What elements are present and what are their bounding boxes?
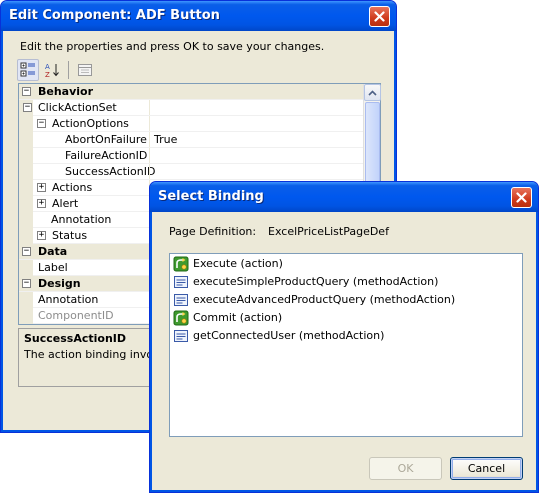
categorized-button[interactable] [17,59,39,81]
row-margin [19,164,33,180]
column-separator [149,132,150,147]
property-name: Actions [52,181,93,194]
property-name: Status [52,229,88,242]
property-row[interactable]: SuccessActionID [19,164,363,180]
row-margin [19,292,33,308]
instructions-text: Edit the properties and press OK to save… [20,40,325,53]
binding-list[interactable]: Execute (action) executeSimpleProductQue… [169,253,523,437]
row-margin [19,116,33,132]
category-name: Behavior [38,85,94,98]
property-name: AbortOnFailure [65,133,147,146]
column-separator [149,164,150,179]
close-icon [516,192,527,203]
row-margin [19,260,33,276]
action-icon [173,310,189,325]
category-name: Data [38,245,68,258]
property-name: ActionOptions [52,117,129,130]
property-pages-icon [78,64,92,76]
close-icon [374,11,385,22]
row-margin [19,308,33,324]
property-value[interactable]: True [154,133,177,146]
alphabetical-button[interactable]: A Z [41,59,63,81]
row-margin [19,132,33,148]
edit-component-close-button[interactable] [369,6,390,27]
select-binding-close-button[interactable] [511,187,532,208]
description-text: The action binding invoked [24,348,152,361]
property-category-row[interactable]: − Behavior [19,84,363,100]
chevron-up-icon [368,89,377,96]
property-name: ComponentID [38,309,114,322]
method-action-icon [174,293,188,306]
select-binding-window: Select Binding Page Definition: ExcelPri… [149,181,539,493]
ok-button[interactable]: OK [369,457,442,480]
categorized-icon [20,62,35,77]
row-margin [19,196,33,212]
edit-component-title: Edit Component: ADF Button [9,8,220,23]
svg-text:A: A [45,63,50,71]
edit-component-titlebar[interactable]: Edit Component: ADF Button [1,1,396,31]
property-row[interactable]: FailureActionID [19,148,363,164]
property-name: ClickActionSet [38,101,117,114]
expand-icon[interactable]: + [37,231,46,240]
binding-item-execute[interactable]: Execute (action) [173,255,283,272]
page-definition-value: ExcelPriceListPageDef [268,225,389,238]
method-action-icon [174,329,188,342]
property-name: FailureActionID [65,149,148,162]
binding-item-execute-simple-product-query[interactable]: executeSimpleProductQuery (methodAction) [173,273,438,290]
property-name: Annotation [38,293,99,306]
select-binding-body: Page Definition: ExcelPriceListPageDef E… [153,212,535,489]
expand-icon[interactable]: + [37,199,46,208]
toolbar-separator [68,61,69,79]
property-row[interactable]: − ClickActionSet [19,100,363,116]
property-name: Alert [52,197,79,210]
property-name: SuccessActionID [65,165,156,178]
collapse-icon[interactable]: − [22,279,31,288]
collapse-icon[interactable]: − [37,119,46,128]
binding-item-label: Commit (action) [193,311,283,324]
page-definition-label: Page Definition: [169,225,257,238]
column-separator [149,100,150,115]
binding-item-label: Execute (action) [193,257,283,270]
svg-text:Z: Z [45,71,50,78]
method-action-icon [174,275,188,288]
description-title: SuccessActionID [24,332,127,345]
scroll-up-button[interactable] [364,84,381,101]
cancel-button[interactable]: Cancel [450,457,523,480]
row-margin [19,148,33,164]
collapse-icon[interactable]: − [22,247,31,256]
property-name: Label [38,261,68,274]
select-binding-titlebar[interactable]: Select Binding [150,182,538,212]
expand-icon[interactable]: + [37,183,46,192]
row-margin [19,228,33,244]
action-icon [173,256,189,271]
binding-item-label: executeAdvancedProductQuery (methodActio… [193,293,456,306]
alphabetical-sort-icon: A Z [45,63,59,78]
row-margin [19,180,33,196]
binding-item-label: executeSimpleProductQuery (methodAction) [193,275,439,288]
select-binding-title: Select Binding [158,189,264,204]
property-row[interactable]: AbortOnFailure True [19,132,363,148]
column-separator [149,116,150,131]
column-separator [149,148,150,163]
binding-item-commit[interactable]: Commit (action) [173,309,282,326]
row-margin [19,212,33,228]
collapse-icon[interactable]: − [22,87,31,96]
category-name: Design [38,277,81,290]
property-toolbar: A Z [17,59,96,81]
property-name: Annotation [51,213,112,226]
property-row[interactable]: − ActionOptions [19,116,363,132]
binding-item-label: getConnectedUser (methodAction) [193,329,385,342]
binding-item-execute-advanced-product-query[interactable]: executeAdvancedProductQuery (methodActio… [173,291,455,308]
property-pages-button[interactable] [74,59,96,81]
binding-item-get-connected-user[interactable]: getConnectedUser (methodAction) [173,327,384,344]
collapse-icon[interactable]: − [23,103,32,112]
